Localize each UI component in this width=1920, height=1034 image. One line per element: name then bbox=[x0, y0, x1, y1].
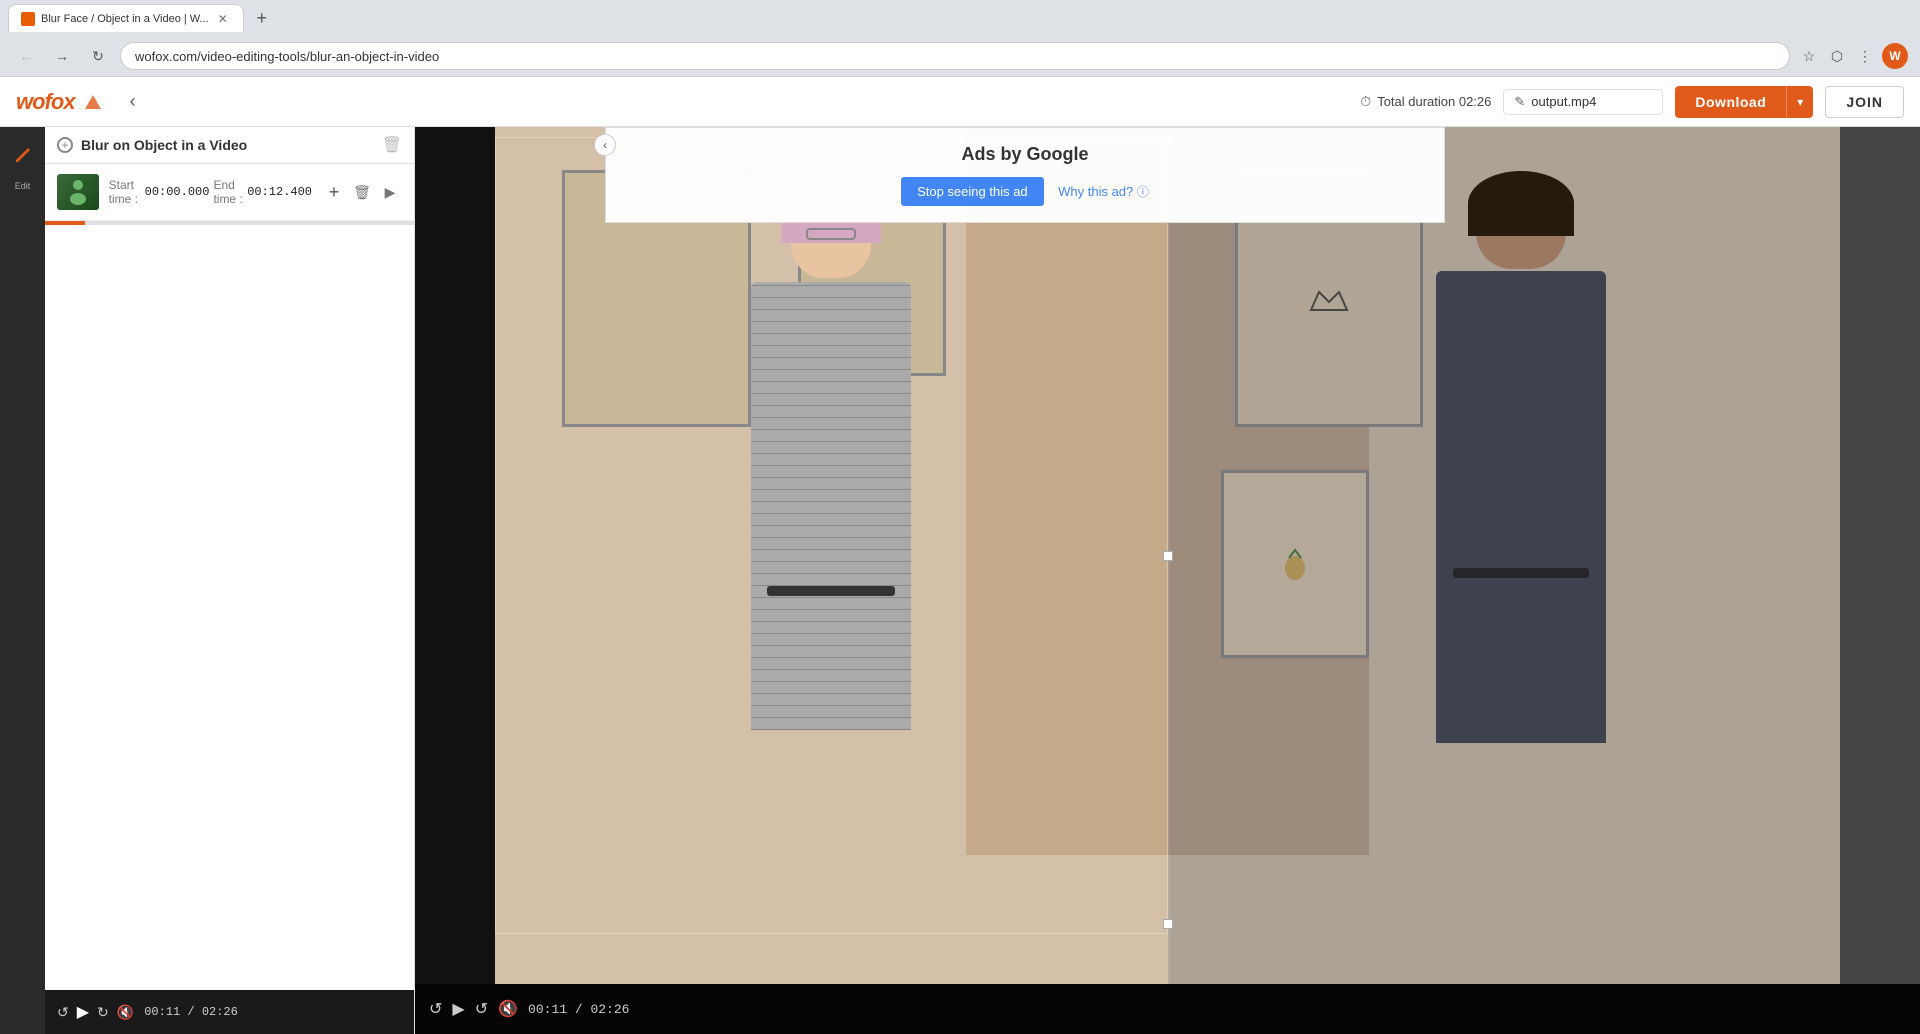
video-content bbox=[415, 127, 1920, 984]
video-time-display: 00:11 / 02:26 bbox=[528, 1002, 629, 1017]
clip-play-button[interactable]: ▶ bbox=[378, 180, 402, 204]
back-nav-button[interactable]: ← bbox=[12, 42, 40, 70]
timeline-area bbox=[45, 225, 414, 990]
ad-overlay: ‹ Ads by Google Stop seeing this ad Why … bbox=[605, 127, 1445, 223]
video-controls-bar: ↺ ▶ ↺ 🔇 00:11 / 02:26 bbox=[415, 984, 1920, 1034]
panel-delete-button[interactable]: 🗑 bbox=[382, 135, 402, 155]
end-time-label: End time : bbox=[213, 178, 243, 206]
panel-header: + Blur on Object in a Video 🗑 bbox=[45, 127, 414, 164]
ad-info-icon: ⓘ bbox=[1137, 185, 1149, 199]
address-icons: ☆ ⬡ ⋮ W bbox=[1798, 43, 1908, 69]
panel-play-button[interactable]: ▶ bbox=[77, 1002, 89, 1022]
video-panel: ‹ Ads by Google Stop seeing this ad Why … bbox=[415, 127, 1920, 1034]
ad-close-icon: ‹ bbox=[603, 138, 607, 152]
clip-delete-button[interactable]: 🗑 bbox=[350, 180, 374, 204]
panel-progress-bar bbox=[45, 221, 414, 225]
clip-thumb-inner bbox=[57, 174, 99, 210]
download-button[interactable]: Download bbox=[1675, 86, 1786, 118]
logo-fox-icon bbox=[79, 93, 107, 111]
sidebar-edit-icon[interactable] bbox=[5, 137, 41, 173]
panel-loop-button[interactable]: ↻ bbox=[97, 1004, 109, 1021]
video-frame bbox=[415, 127, 1920, 984]
tab-favicon bbox=[21, 12, 35, 26]
panel-playback-controls: ↺ ▶ ↻ 🔇 bbox=[57, 1002, 134, 1022]
person-right-body bbox=[1436, 271, 1606, 743]
video-mute-button[interactable]: 🔇 bbox=[498, 999, 518, 1019]
room-bg-left bbox=[495, 127, 1168, 984]
person-right-hair bbox=[1468, 171, 1574, 236]
clip-time-info: Start time : 00:00.000 End time : 00:12.… bbox=[109, 178, 312, 206]
panel-playback-bar: ↺ ▶ ↻ 🔇 00:11 / 02:26 bbox=[45, 990, 414, 1034]
ad-close-button[interactable]: ‹ bbox=[594, 134, 616, 156]
ads-by-label: Ads by bbox=[961, 144, 1021, 164]
person-left-body bbox=[751, 282, 911, 730]
why-this-ad-label: Why this ad? bbox=[1058, 184, 1133, 199]
panel-reset-button[interactable]: ↺ bbox=[57, 1004, 69, 1021]
total-duration-label: Total duration 02:26 bbox=[1377, 94, 1491, 109]
tab-close-button[interactable]: ✕ bbox=[215, 11, 231, 27]
left-sidebar: Edit bbox=[0, 127, 45, 1034]
start-time-label: Start time : bbox=[109, 178, 141, 206]
panel-time-display: 00:11 / 02:26 bbox=[144, 1005, 238, 1019]
person-right-figure bbox=[1302, 170, 1739, 984]
refresh-button[interactable]: ↻ bbox=[84, 42, 112, 70]
download-dropdown-arrow[interactable]: ▾ bbox=[1786, 86, 1813, 118]
url-input[interactable] bbox=[120, 42, 1790, 70]
video-play-button[interactable]: ▶ bbox=[452, 999, 464, 1019]
address-bar: ← → ↻ ☆ ⬡ ⋮ W bbox=[0, 36, 1920, 76]
why-this-ad-link[interactable]: Why this ad? ⓘ bbox=[1058, 184, 1149, 199]
app-container: wofox ‹ ⏱ Total duration 02:26 ✎ output.… bbox=[0, 77, 1920, 1034]
active-tab[interactable]: Blur Face / Object in a Video | W... ✕ bbox=[8, 4, 244, 32]
download-button-group: Download ▾ bbox=[1675, 86, 1813, 118]
bookmark-icon[interactable]: ☆ bbox=[1798, 45, 1820, 67]
clip-add-button[interactable]: + bbox=[322, 180, 346, 204]
tab-title: Blur Face / Object in a Video | W... bbox=[41, 13, 209, 25]
start-time-value: 00:00.000 bbox=[145, 185, 210, 199]
end-time-value: 00:12.400 bbox=[247, 185, 312, 199]
clip-person-icon bbox=[66, 177, 90, 207]
person-right-head bbox=[1476, 179, 1566, 269]
panel-title: Blur on Object in a Video bbox=[81, 137, 374, 153]
selection-handle-bottom[interactable] bbox=[1163, 919, 1173, 929]
total-duration: ⏱ Total duration 02:26 bbox=[1360, 93, 1491, 110]
black-bar-left bbox=[415, 127, 495, 984]
edit-filename-icon: ✎ bbox=[1514, 94, 1525, 110]
clock-icon: ⏱ bbox=[1360, 93, 1371, 110]
clip-actions: + 🗑 ▶ bbox=[322, 180, 402, 204]
room-bg-right bbox=[1168, 127, 1841, 984]
left-panel: + Blur on Object in a Video 🗑 Start time… bbox=[45, 127, 415, 1034]
new-tab-button[interactable]: + bbox=[248, 4, 276, 32]
profile-avatar[interactable]: W bbox=[1882, 43, 1908, 69]
person-right-belt bbox=[1453, 568, 1589, 578]
google-label: Google bbox=[1027, 144, 1089, 164]
settings-icon[interactable]: ⋮ bbox=[1854, 45, 1876, 67]
main-area: Edit + Blur on Object in a Video 🗑 bbox=[0, 127, 1920, 1034]
forward-nav-button[interactable]: → bbox=[48, 42, 76, 70]
stop-seeing-ad-button[interactable]: Stop seeing this ad bbox=[901, 177, 1044, 206]
black-bar-right bbox=[1840, 127, 1920, 984]
logo-text: wofox bbox=[16, 89, 75, 115]
video-reset-button[interactable]: ↺ bbox=[429, 999, 442, 1019]
extension-icon[interactable]: ⬡ bbox=[1826, 45, 1848, 67]
back-button[interactable]: ‹ bbox=[119, 88, 147, 116]
person-left-figure bbox=[596, 170, 1067, 984]
clip-item: Start time : 00:00.000 End time : 00:12.… bbox=[45, 164, 414, 221]
output-filename-text: output.mp4 bbox=[1531, 94, 1596, 109]
top-toolbar: wofox ‹ ⏱ Total duration 02:26 ✎ output.… bbox=[0, 77, 1920, 127]
ads-by-google-label: Ads by Google bbox=[622, 144, 1428, 165]
join-button[interactable]: JOIN bbox=[1825, 86, 1904, 118]
panel-progress-fill bbox=[45, 221, 85, 225]
output-filename-field[interactable]: ✎ output.mp4 bbox=[1503, 89, 1663, 115]
video-loop-button[interactable]: ↺ bbox=[475, 999, 488, 1019]
panel-add-icon[interactable]: + bbox=[57, 137, 73, 153]
clip-thumbnail bbox=[57, 174, 99, 210]
sidebar-edit-label: Edit bbox=[15, 181, 31, 191]
panel-mute-button[interactable]: 🔇 bbox=[117, 1004, 134, 1021]
wofox-logo: wofox bbox=[16, 89, 107, 115]
selection-handle-center[interactable] bbox=[1163, 551, 1173, 561]
person-left-belt bbox=[767, 586, 895, 596]
ad-actions: Stop seeing this ad Why this ad? ⓘ bbox=[622, 177, 1428, 206]
person-left-glasses bbox=[806, 228, 856, 240]
tab-bar: Blur Face / Object in a Video | W... ✕ + bbox=[0, 0, 1920, 36]
